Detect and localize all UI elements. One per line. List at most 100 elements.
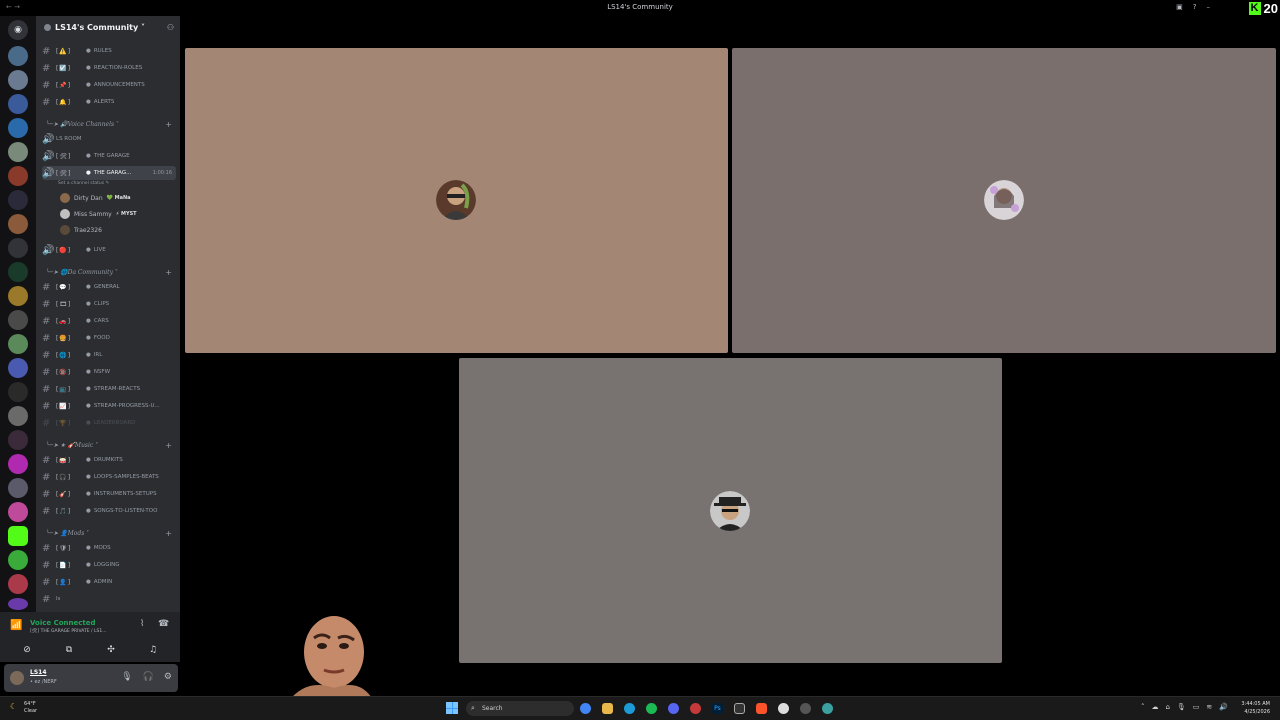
microphone-icon[interactable]: 🎙 <box>121 672 132 682</box>
server-icon[interactable] <box>8 454 28 474</box>
chrome-icon[interactable] <box>580 703 591 714</box>
voice-user[interactable]: Miss Sammy ⚡ MYST <box>60 207 137 221</box>
channel-status[interactable]: Set a channel status ✎ <box>58 181 109 186</box>
soundboard-icon[interactable]: ♫ <box>143 645 163 655</box>
server-icon[interactable] <box>8 94 28 114</box>
channel-general[interactable]: # [💬] ● GENERAL <box>42 280 176 294</box>
server-icon[interactable] <box>8 382 28 402</box>
server-icon[interactable] <box>8 166 28 186</box>
channel-irl[interactable]: # [🌐] ● IRL <box>42 348 176 362</box>
server-icon[interactable] <box>8 310 28 330</box>
server-icon[interactable] <box>8 502 28 522</box>
weather-widget[interactable]: ☾ 64°F Clear <box>10 701 37 715</box>
spotify-icon[interactable] <box>646 703 657 714</box>
mic-icon[interactable]: 🎙 <box>1177 703 1186 711</box>
server-icon[interactable] <box>8 478 28 498</box>
inbox-icon[interactable]: ▣ <box>1176 3 1183 11</box>
video-tile-trae2326[interactable] <box>459 358 1002 663</box>
app-icon[interactable] <box>778 703 789 714</box>
edge-icon[interactable] <box>624 703 635 714</box>
battery-icon[interactable]: ▭ <box>1193 703 1200 711</box>
voice-connected-channel[interactable]: [🛠] THE GARAGE PRIVATE / LS1... <box>30 629 107 634</box>
photoshop-icon[interactable]: Ps <box>712 703 723 714</box>
avatar[interactable] <box>10 671 24 685</box>
app-icon[interactable] <box>822 703 833 714</box>
channel-stream-progress[interactable]: # [📈] ● STREAM-PROGRESS-U... <box>42 399 176 413</box>
discord-icon[interactable] <box>668 703 679 714</box>
server-icon[interactable] <box>8 70 28 90</box>
channel-reaction-roles[interactable]: # [☑️] ● REACTION-ROLES <box>42 61 176 75</box>
video-tile-miss-sammy[interactable] <box>732 48 1276 353</box>
voice-user[interactable]: Trae2326 <box>60 223 102 237</box>
server-icon[interactable] <box>8 550 28 570</box>
server-icon[interactable] <box>8 574 28 594</box>
server-icon[interactable] <box>8 214 28 234</box>
category-mods[interactable]: ╰─➤ 👤 Mods ˅ + <box>46 527 176 539</box>
channel-stream-reacts[interactable]: # [📺] ● STREAM-REACTS <box>42 382 176 396</box>
category-music[interactable]: ╰─➤ ★ 🎸 Music ˅ + <box>46 439 176 451</box>
channel-announcements[interactable]: # [📌] ● ANNOUNCEMENTS <box>42 78 176 92</box>
disconnect-icon[interactable]: ☎ <box>158 619 169 629</box>
signal-icon[interactable]: 📶 <box>10 620 22 631</box>
channel-cars[interactable]: # [🚗] ● CARS <box>42 314 176 328</box>
category-voice-channels[interactable]: ╰─➤ 🔊 Voice Channels ˅ + <box>46 118 176 130</box>
user-name[interactable]: LS14 <box>30 669 47 676</box>
voice-channel-live[interactable]: 🔊 [🔴] ● LIVE <box>42 243 176 257</box>
obs-icon[interactable] <box>800 703 811 714</box>
discord-home-icon[interactable]: ◉ <box>8 20 28 40</box>
channel-logging[interactable]: # [📄] ● LOGGING <box>42 558 176 572</box>
voice-channel-the-garage[interactable]: 🔊 [🛠] ● THE GARAGE <box>42 149 176 163</box>
channel-admin[interactable]: # [👤] ● ADMIN <box>42 575 176 589</box>
network-icon[interactable]: ⌂ <box>1165 703 1169 711</box>
windows-start-icon[interactable] <box>446 702 458 714</box>
channel-nsfw[interactable]: # [🔞] ● NSFW <box>42 365 176 379</box>
clock[interactable]: 3:44:05 AM 4/25/2026 <box>1241 700 1270 716</box>
video-tile-dirty-dan[interactable] <box>185 48 728 353</box>
server-icon[interactable] <box>8 598 28 610</box>
channel-food[interactable]: # [🍔] ● FOOD <box>42 331 176 345</box>
channel-alerts[interactable]: # [🔔] ● ALERTS <box>42 95 176 109</box>
file-explorer-icon[interactable] <box>602 703 613 714</box>
channel-clips[interactable]: # [🎞] ● CLIPS <box>42 297 176 311</box>
channel-mods[interactable]: # [🛡] ● MODS <box>42 541 176 555</box>
channel-leaderboard[interactable]: # [🏆] ● LEADERBOARD <box>42 416 176 430</box>
server-icon[interactable] <box>8 190 28 210</box>
voice-user[interactable]: Dirty Dan 💚 MaNa <box>60 191 131 205</box>
server-icon[interactable] <box>8 238 28 258</box>
channel-loops-samples-beats[interactable]: # [🎧] ● LOOPS-SAMPLES-BEATS <box>42 470 176 484</box>
invite-icon[interactable]: ⚇ <box>167 23 174 32</box>
noise-suppression-icon[interactable]: ⌇ <box>140 619 144 629</box>
brave-icon[interactable] <box>756 703 767 714</box>
server-icon[interactable] <box>8 430 28 450</box>
app-icon[interactable] <box>690 703 701 714</box>
channel-songs-to-listen-too[interactable]: # [🎵] ● SONGS-TO-LISTEN-TOO <box>42 504 176 518</box>
add-channel-icon[interactable]: + <box>165 441 172 450</box>
server-icon[interactable] <box>8 406 28 426</box>
channel-instruments-setups[interactable]: # [🎸] ● INSTRUMENTS-SETUPS <box>42 487 176 501</box>
add-channel-icon[interactable]: + <box>165 529 172 538</box>
server-icon[interactable] <box>8 118 28 138</box>
screen-share-icon[interactable]: ⧉ <box>59 645 79 655</box>
chevron-up-icon[interactable]: ˄ <box>1141 703 1145 711</box>
server-icon[interactable] <box>8 46 28 66</box>
add-channel-icon[interactable]: + <box>165 268 172 277</box>
server-header[interactable]: LS14's Community ˅ ⚇ <box>36 16 180 40</box>
server-icon[interactable] <box>8 358 28 378</box>
minimize-icon[interactable]: – <box>1207 3 1211 11</box>
video-off-icon[interactable]: ⊘ <box>17 645 37 655</box>
taskbar-search[interactable]: ⌕ Search <box>466 701 574 716</box>
terminal-icon[interactable] <box>734 703 745 714</box>
headphones-icon[interactable]: 🎧 <box>143 672 154 682</box>
category-da-community[interactable]: ╰─➤ 🌐 Da Community ˅ + <box>46 266 176 278</box>
channel-drumkits[interactable]: # [🥁] ● DRUMKITS <box>42 453 176 467</box>
server-icon[interactable] <box>8 142 28 162</box>
voice-channel-the-garage-private[interactable]: 🔊 [🛠] ● THE GARAG... 1:00:16 <box>42 166 176 180</box>
wifi-icon[interactable]: ≋ <box>1206 703 1212 711</box>
channel-ls[interactable]: # ls <box>42 592 176 606</box>
server-icon[interactable] <box>8 262 28 282</box>
voice-channel-ls-room[interactable]: 🔊 LS ROOM <box>42 132 176 146</box>
gear-icon[interactable]: ⚙ <box>164 672 172 682</box>
volume-icon[interactable]: 🔊 <box>1219 703 1228 711</box>
cloud-icon[interactable]: ☁ <box>1151 703 1158 711</box>
activities-icon[interactable]: ✣ <box>101 645 121 655</box>
